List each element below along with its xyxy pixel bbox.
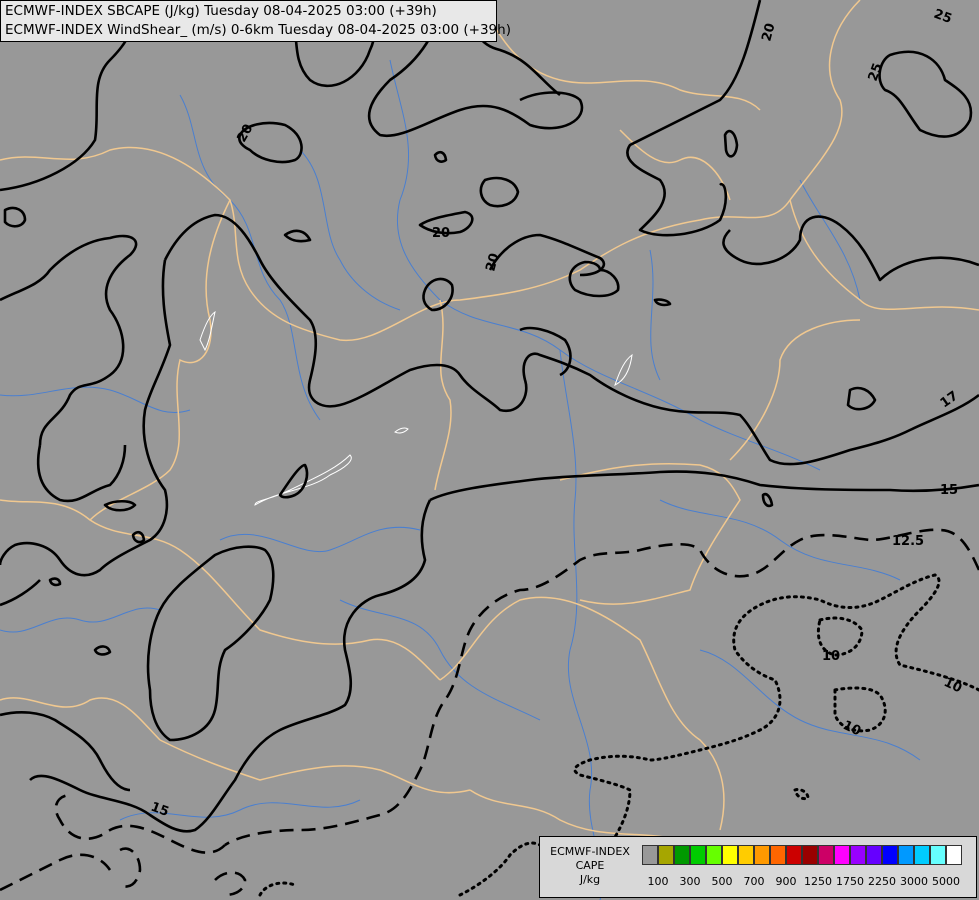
legend-tick-label: 300 <box>679 875 701 888</box>
map-canvas: 20 25 25 20 20 20 17 15 12.5 10 10 10 15 <box>0 0 979 900</box>
legend-swatch <box>818 845 834 865</box>
contour-label: 12.5 <box>892 534 924 549</box>
legend-swatch <box>802 845 818 865</box>
legend-title: ECMWF-INDEX CAPE J/kg <box>550 845 630 886</box>
legend-swatch <box>834 845 850 865</box>
legend-swatch <box>754 845 770 865</box>
legend-swatch <box>674 845 690 865</box>
legend-swatch <box>738 845 754 865</box>
cape-legend: ECMWF-INDEX CAPE J/kg 100 300 500 700 900 125… <box>539 836 977 898</box>
legend-ticks: 100 300 500 700 900 1250 1750 2250 3000 5000 <box>640 875 976 889</box>
legend-swatch <box>770 845 786 865</box>
legend-tick-label: 5000 <box>932 875 960 888</box>
title-line-cape: ECMWF-INDEX SBCAPE (J/kg) Tuesday 08-04-… <box>5 3 437 19</box>
legend-tick-label: 3000 <box>900 875 928 888</box>
legend-tick-label: 1250 <box>804 875 832 888</box>
legend-tick-label: 100 <box>647 875 669 888</box>
title-line-windshear: ECMWF-INDEX WindShear_ (m/s) 0-6km Tuesd… <box>5 22 511 38</box>
legend-tick-label: 700 <box>743 875 765 888</box>
legend-tick-label: 900 <box>775 875 797 888</box>
legend-swatch <box>882 845 898 865</box>
legend-swatch <box>946 845 962 865</box>
legend-swatch <box>898 845 914 865</box>
title-box: ECMWF-INDEX SBCAPE (J/kg) Tuesday 08-04-… <box>0 0 511 42</box>
legend-swatch <box>690 845 706 865</box>
legend-tick-label: 1750 <box>836 875 864 888</box>
legend-tick-label: 500 <box>711 875 733 888</box>
legend-swatch <box>642 845 658 865</box>
legend-swatch <box>722 845 738 865</box>
contour-label: 10 <box>822 649 840 664</box>
legend-swatch <box>850 845 866 865</box>
legend-swatch <box>786 845 802 865</box>
contour-label: 15 <box>940 483 958 498</box>
legend-swatch <box>930 845 946 865</box>
legend-swatch <box>658 845 674 865</box>
legend-swatches <box>642 845 962 865</box>
contour-label: 20 <box>432 226 450 241</box>
legend-tick-label: 2250 <box>868 875 896 888</box>
legend-swatch <box>706 845 722 865</box>
legend-swatch <box>914 845 930 865</box>
legend-swatch <box>866 845 882 865</box>
